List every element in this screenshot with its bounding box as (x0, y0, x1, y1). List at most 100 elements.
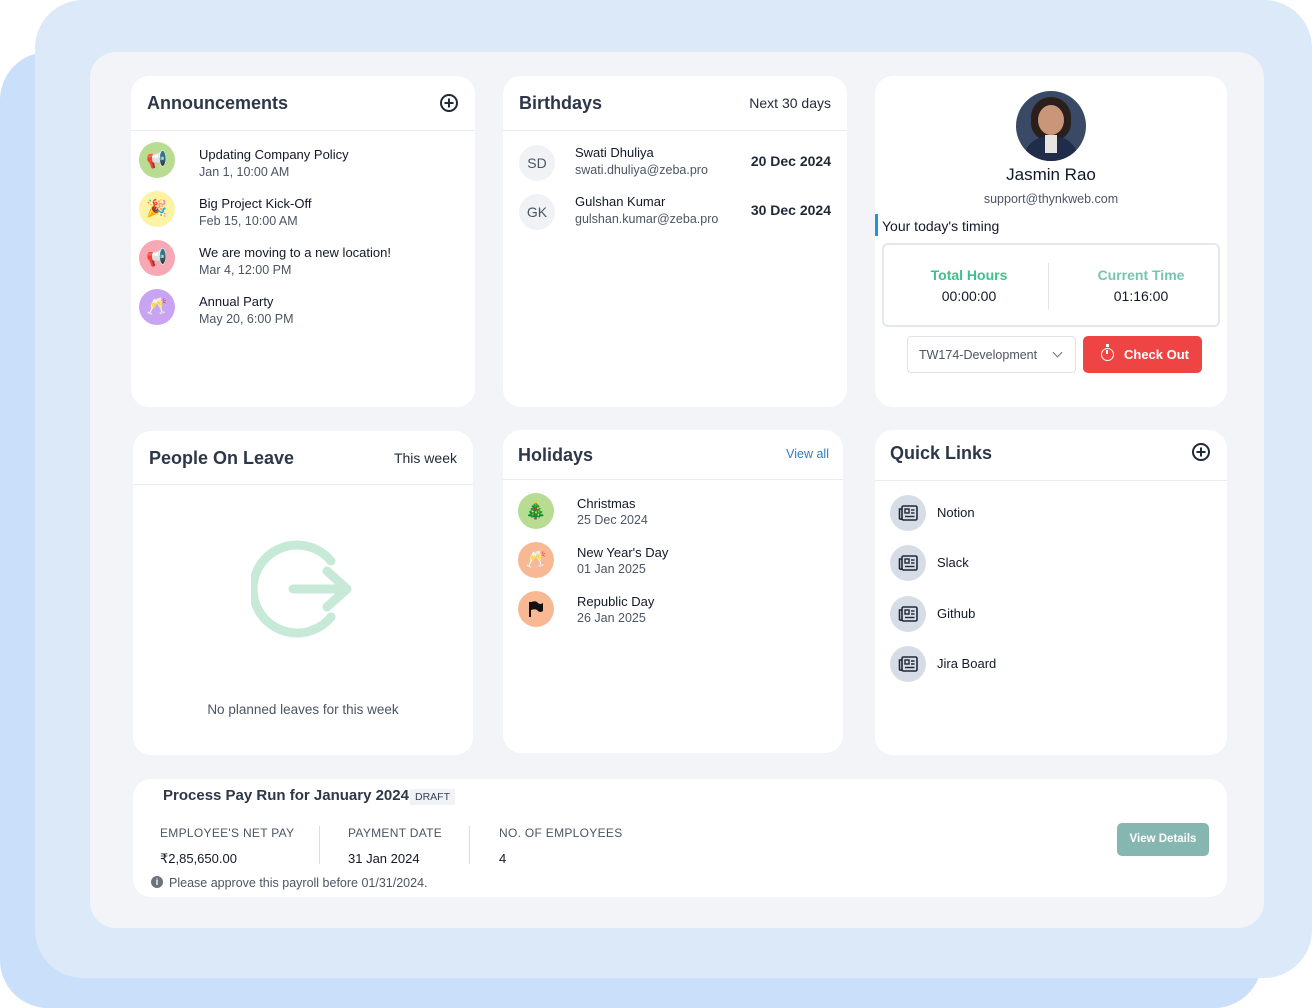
info-icon: i (151, 876, 163, 888)
quick-link-item[interactable]: Jira Board (875, 646, 1227, 682)
profile-name: Jasmin Rao (1006, 165, 1096, 184)
birthday-email: swati.dhuliya@zeba.pro (575, 163, 708, 177)
add-quick-link-icon[interactable] (1192, 443, 1210, 461)
holiday-name: Republic Day (577, 594, 655, 609)
quick-links-card: Quick Links Notion Slack Github Jira Boa… (875, 430, 1227, 755)
project-select-value: TW174-Development (919, 348, 1038, 362)
cheers-icon: 🥂 (139, 289, 175, 325)
avatar: GK (519, 194, 555, 230)
holiday-item[interactable]: 🎄 Christmas 25 Dec 2024 (503, 491, 843, 533)
quick-link-item[interactable]: Slack (875, 545, 1227, 581)
birthdays-header: Birthdays Next 30 days (503, 76, 847, 131)
holiday-date: 01 Jan 2025 (577, 562, 646, 576)
current-time-label: Current Time (1097, 267, 1185, 283)
stopwatch-icon (1101, 344, 1114, 361)
leave-header: People On Leave This week (133, 431, 473, 485)
net-pay-value: ₹2,85,650.00 (160, 851, 237, 866)
view-details-label: View Details (1129, 833, 1197, 845)
project-select[interactable]: TW174-Development (907, 336, 1076, 373)
announcement-title: Annual Party (199, 294, 274, 309)
holiday-item[interactable]: Republic Day 26 Jan 2025 (503, 589, 843, 631)
holidays-header: Holidays View all (503, 430, 843, 480)
pay-divider (319, 826, 320, 864)
exit-arrow-icon (251, 540, 352, 638)
birthday-name: Swati Dhuliya (575, 145, 654, 160)
quick-links-title: Quick Links (890, 443, 993, 463)
quick-link-label: Notion (937, 505, 975, 520)
check-out-label: Check Out (1124, 347, 1190, 362)
newspaper-icon (890, 596, 926, 632)
profile-avatar (1016, 91, 1086, 161)
payment-date-label: PAYMENT DATE (348, 826, 443, 840)
announcement-date: Jan 1, 10:00 AM (199, 165, 290, 179)
quick-link-item[interactable]: Notion (875, 495, 1227, 531)
timing-accent-bar (875, 214, 878, 236)
holiday-item[interactable]: 🥂 New Year's Day 01 Jan 2025 (503, 540, 843, 582)
holiday-date: 25 Dec 2024 (577, 513, 648, 527)
leave-range: This week (393, 450, 457, 466)
birthdays-card: Birthdays Next 30 days SD Swati Dhuliya … (503, 76, 847, 407)
leave-title: People On Leave (149, 448, 295, 468)
employees-value: 4 (499, 851, 507, 866)
announcement-item[interactable]: 📢 Updating Company Policy Jan 1, 10:00 A… (131, 138, 475, 184)
announcement-item[interactable]: 📢 We are moving to a new location! Mar 4… (131, 236, 475, 282)
cheers-icon: 🥂 (518, 542, 554, 578)
view-details-button[interactable]: View Details (1117, 823, 1209, 856)
announcements-header: Announcements (131, 76, 475, 131)
announcements-title: Announcements (147, 93, 289, 113)
announcement-item[interactable]: 🎉 Big Project Kick-Off Feb 15, 10:00 AM (131, 187, 475, 233)
announcement-date: Feb 15, 10:00 AM (199, 214, 298, 228)
announcement-title: Big Project Kick-Off (199, 196, 312, 211)
total-hours-label: Total Hours (930, 267, 1008, 283)
leave-empty-text: No planned leaves for this week (207, 702, 399, 717)
add-announcement-icon[interactable] (440, 94, 458, 112)
pay-run-card: Process Pay Run for January 2024 DRAFT E… (133, 779, 1227, 897)
holidays-card: Holidays View all 🎄 Christmas 25 Dec 202… (503, 430, 843, 753)
pay-divider (469, 826, 470, 864)
view-all-link[interactable]: View all (786, 447, 829, 461)
status-badge: DRAFT (410, 789, 455, 805)
quick-link-label: Github (937, 606, 976, 621)
net-pay-label: EMPLOYEE'S NET PAY (160, 826, 295, 840)
announcement-date: May 20, 6:00 PM (199, 312, 294, 326)
birthday-date: 20 Dec 2024 (750, 153, 831, 169)
check-out-button[interactable]: Check Out (1083, 336, 1202, 373)
holiday-date: 26 Jan 2025 (577, 611, 646, 625)
quick-link-item[interactable]: Github (875, 596, 1227, 632)
payment-date-value: 31 Jan 2024 (348, 851, 420, 866)
holidays-title: Holidays (518, 445, 594, 465)
birthday-email: gulshan.kumar@zeba.pro (575, 212, 719, 226)
timing-heading: Your today's timing (882, 218, 1000, 234)
announcement-title: Updating Company Policy (199, 147, 349, 162)
announcements-card: Announcements 📢 Updating Company Policy … (131, 76, 475, 407)
current-time-value: 01:16:00 (1113, 288, 1169, 304)
employees-label: NO. OF EMPLOYEES (499, 826, 623, 840)
newspaper-icon (890, 646, 926, 682)
christmas-tree-icon: 🎄 (518, 493, 554, 529)
profile-email: support@thynkweb.com (983, 192, 1119, 206)
party-popper-icon: 🎉 (139, 191, 175, 227)
newspaper-icon (890, 545, 926, 581)
announcement-title: We are moving to a new location! (199, 245, 391, 260)
birthdays-title: Birthdays (519, 93, 603, 113)
chevron-down-icon (1052, 347, 1063, 358)
timing-box: Total Hours 00:00:00 Current Time 01:16:… (882, 243, 1220, 327)
dashboard-board: Announcements 📢 Updating Company Policy … (90, 52, 1264, 928)
quick-link-label: Slack (937, 555, 969, 570)
birthday-name: Gulshan Kumar (575, 194, 666, 209)
timing-divider (1048, 263, 1049, 309)
pay-run-title: Process Pay Run for January 2024 (163, 787, 409, 804)
flag-icon (518, 591, 554, 627)
announcement-item[interactable]: 🥂 Annual Party May 20, 6:00 PM (131, 285, 475, 331)
birthday-date: 30 Dec 2024 (750, 202, 831, 218)
megaphone-icon: 📢 (139, 240, 175, 276)
quick-link-label: Jira Board (937, 656, 997, 671)
birthday-item[interactable]: GK Gulshan Kumar gulshan.kumar@zeba.pro … (503, 191, 847, 233)
profile-card: Jasmin Rao support@thynkweb.com Your tod… (875, 76, 1227, 407)
megaphone-icon: 📢 (139, 142, 175, 178)
quick-links-header: Quick Links (875, 430, 1227, 481)
total-hours-value: 00:00:00 (941, 288, 997, 304)
newspaper-icon (890, 495, 926, 531)
pay-run-notice: Please approve this payroll before 01/31… (169, 876, 428, 890)
birthday-item[interactable]: SD Swati Dhuliya swati.dhuliya@zeba.pro … (503, 142, 847, 184)
